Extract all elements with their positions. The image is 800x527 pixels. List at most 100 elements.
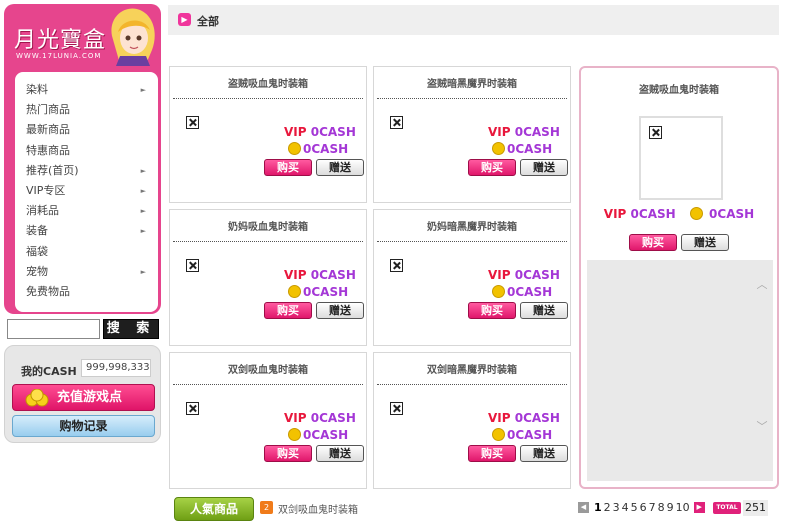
total-label: TOTAL: [713, 502, 741, 514]
submenu-arrow-icon: ►: [140, 227, 146, 236]
coin-icon: [288, 142, 301, 155]
product-title[interactable]: 盗贼暗黑魔界时装箱: [374, 75, 570, 90]
page-list: 1 2 3 4 5 6 7 8 9 10: [593, 501, 691, 514]
vip-price: 0CASH: [310, 411, 356, 425]
popular-items-button[interactable]: 人氣商品: [174, 497, 254, 521]
page-link[interactable]: 4: [622, 501, 629, 514]
vip-price: 0CASH: [514, 268, 560, 282]
divider: [377, 98, 567, 99]
menu-item[interactable]: 推荐(首页) ►: [15, 161, 158, 181]
broken-image-icon[interactable]: [186, 116, 199, 129]
character-mascot-icon: [111, 8, 155, 66]
broken-image-icon[interactable]: [390, 259, 403, 272]
product-card[interactable]: 奶妈暗黑魔界时装箱 VIP 0CASH 0CASH 购买 赠送: [373, 209, 571, 346]
page-link[interactable]: 3: [613, 501, 620, 514]
buy-button[interactable]: 购买: [468, 159, 516, 176]
vip-price-line: VIP 0CASH: [284, 268, 356, 282]
menu-item[interactable]: 热门商品: [15, 100, 158, 120]
gift-button[interactable]: 赠送: [520, 302, 568, 319]
page-link[interactable]: 7: [649, 501, 656, 514]
recharge-button[interactable]: 充值游戏点: [12, 384, 155, 411]
product-card[interactable]: 盗贼吸血鬼时装箱 VIP 0CASH 0CASH 购买 赠送: [169, 66, 367, 203]
product-card[interactable]: 盗贼暗黑魔界时装箱 VIP 0CASH 0CASH 购买 赠送: [373, 66, 571, 203]
buy-button[interactable]: 购买: [468, 445, 516, 462]
price-line: 0CASH: [288, 428, 348, 442]
page-link[interactable]: 10: [676, 501, 690, 514]
buy-button[interactable]: 购买: [264, 159, 312, 176]
detail-gift-button[interactable]: 赠送: [681, 234, 729, 251]
page-link[interactable]: 2: [604, 501, 611, 514]
buy-button[interactable]: 购买: [468, 302, 516, 319]
scroll-down-icon[interactable]: ﹀: [755, 420, 769, 434]
buy-button[interactable]: 购买: [264, 445, 312, 462]
menu-item[interactable]: 宠物 ►: [15, 262, 158, 282]
menu-item[interactable]: 最新商品: [15, 120, 158, 140]
vip-label: VIP: [488, 411, 511, 425]
submenu-arrow-icon: ►: [140, 267, 146, 276]
scroll-up-icon[interactable]: ︿: [755, 278, 769, 292]
menu-item[interactable]: 福袋: [15, 242, 158, 262]
gift-button[interactable]: 赠送: [316, 302, 364, 319]
page-link[interactable]: 9: [667, 501, 674, 514]
coin-icon: [288, 285, 301, 298]
cash-balance: 999,998,333: [81, 359, 151, 377]
product-title[interactable]: 双剑吸血鬼时装箱: [170, 361, 366, 376]
product-title[interactable]: 盗贼吸血鬼时装箱: [170, 75, 366, 90]
search-input[interactable]: [7, 319, 100, 339]
buy-button[interactable]: 购买: [264, 302, 312, 319]
vip-price: 0CASH: [310, 268, 356, 282]
price-line: 0CASH: [492, 285, 552, 299]
detail-description-area[interactable]: ︿ ﹀: [587, 260, 773, 481]
detail-image: [639, 116, 723, 200]
product-card[interactable]: 双剑暗黑魔界时装箱 VIP 0CASH 0CASH 购买 赠送: [373, 352, 571, 489]
price-line: 0CASH: [288, 142, 348, 156]
price: 0CASH: [507, 142, 553, 156]
gift-button[interactable]: 赠送: [520, 159, 568, 176]
menu-item-label: 消耗品: [26, 204, 59, 218]
gift-button[interactable]: 赠送: [316, 445, 364, 462]
menu-item[interactable]: 染料 ►: [15, 80, 158, 100]
price-line: 0CASH: [492, 142, 552, 156]
menu-item-label: 推荐(首页): [26, 163, 79, 177]
vip-price-line: VIP 0CASH: [488, 268, 560, 282]
product-title[interactable]: 双剑暗黑魔界时装箱: [374, 361, 570, 376]
product-title[interactable]: 奶妈暗黑魔界时装箱: [374, 218, 570, 233]
next-page-icon[interactable]: ▶: [693, 502, 705, 513]
popular-item-link[interactable]: 双剑吸血鬼时装箱: [278, 501, 358, 516]
gift-button[interactable]: 赠送: [520, 445, 568, 462]
page-link[interactable]: 6: [640, 501, 647, 514]
vip-label: VIP: [603, 207, 627, 221]
logo-url: WWW.17LUNIA.COM: [16, 52, 102, 60]
menu-item[interactable]: VIP专区 ►: [15, 181, 158, 201]
broken-image-icon[interactable]: [390, 116, 403, 129]
total-count: 251: [743, 500, 768, 516]
vip-price: 0CASH: [514, 411, 560, 425]
page-link[interactable]: 1: [594, 501, 602, 514]
broken-image-icon[interactable]: [390, 402, 403, 415]
search-button[interactable]: 搜 索: [103, 319, 159, 339]
product-title[interactable]: 奶妈吸血鬼时装箱: [170, 218, 366, 233]
product-card[interactable]: 奶妈吸血鬼时装箱 VIP 0CASH 0CASH 购买 赠送: [169, 209, 367, 346]
submenu-arrow-icon: ►: [140, 166, 146, 175]
vip-price-line: VIP 0CASH: [284, 411, 356, 425]
gift-button[interactable]: 赠送: [316, 159, 364, 176]
vip-label: VIP: [284, 268, 307, 282]
vip-label: VIP: [284, 411, 307, 425]
purchase-history-button[interactable]: 购物记录: [12, 415, 155, 437]
broken-image-icon[interactable]: [186, 259, 199, 272]
menu-item[interactable]: 免费物品: [15, 282, 158, 302]
menu-item[interactable]: 特惠商品: [15, 141, 158, 161]
page-title: 全部: [197, 15, 219, 28]
menu-item[interactable]: 装备 ►: [15, 221, 158, 241]
price-line: 0CASH: [492, 428, 552, 442]
menu-item[interactable]: 消耗品 ►: [15, 201, 158, 221]
product-card[interactable]: 双剑吸血鬼时装箱 VIP 0CASH 0CASH 购买 赠送: [169, 352, 367, 489]
prev-page-icon[interactable]: ◀: [578, 502, 589, 513]
cash-panel: 我的CASH 999,998,333 充值游戏点 购物记录: [4, 345, 161, 443]
broken-image-icon[interactable]: [186, 402, 199, 415]
detail-buy-button[interactable]: 购买: [629, 234, 677, 251]
menu-item-label: 福袋: [26, 244, 48, 258]
page-link[interactable]: 8: [658, 501, 665, 514]
page-link[interactable]: 5: [631, 501, 638, 514]
vip-label: VIP: [284, 125, 307, 139]
